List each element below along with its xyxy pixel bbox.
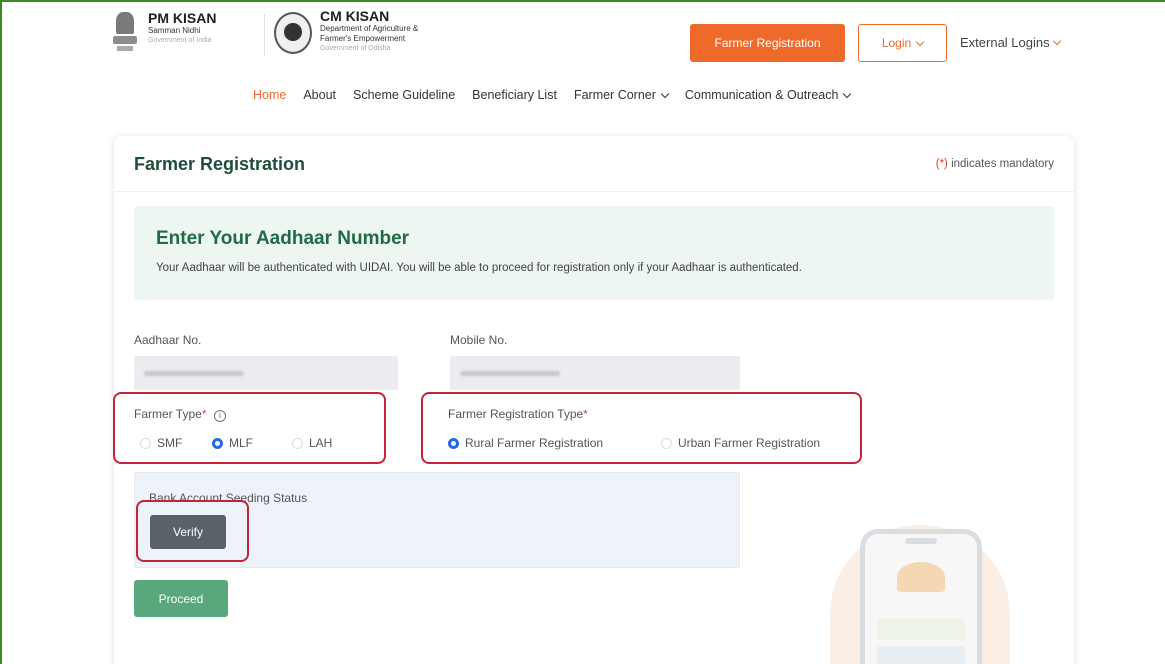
farmer-type-highlight <box>113 392 386 464</box>
radio-circle-selected <box>212 437 223 449</box>
info-icon[interactable]: i <box>213 410 226 422</box>
nav-communication-label: Communication & Outreach <box>684 88 839 102</box>
reg-type-label: Farmer Registration Type* <box>448 407 588 421</box>
farmer-registration-button[interactable]: Farmer Registration <box>690 24 845 62</box>
mobile-input[interactable] <box>450 356 740 390</box>
proceed-button[interactable]: Proceed <box>134 580 228 617</box>
info-heading: Enter Your Aadhaar Number <box>156 228 410 249</box>
pm-kisan-subtitle: Samman Nidhi <box>148 26 201 35</box>
radio-rural[interactable]: Rural Farmer Registration <box>448 436 603 450</box>
radio-circle <box>140 437 151 449</box>
nav-home[interactable]: Home <box>253 88 286 102</box>
farmer-type-label-text: Farmer Type <box>134 407 202 421</box>
nav-beneficiary-list[interactable]: Beneficiary List <box>472 88 557 102</box>
registration-type-highlight <box>421 392 862 464</box>
mandatory-star: (*) <box>935 158 948 170</box>
radio-smf-label: SMF <box>157 436 183 450</box>
chevron-down-icon <box>843 89 852 98</box>
radio-circle-selected <box>448 437 459 449</box>
mobile-label: Mobile No. <box>450 333 508 347</box>
main-nav: Home About Scheme Guideline Beneficiary … <box>253 88 852 102</box>
cm-kisan-logo[interactable]: CM KISAN Department of Agriculture & Far… <box>274 8 418 54</box>
nav-about[interactable]: About <box>303 88 336 102</box>
aadhaar-logo-icon <box>897 562 945 592</box>
aadhaar-label: Aadhaar No. <box>134 333 202 347</box>
chevron-down-icon <box>660 89 670 98</box>
login-button[interactable]: Login <box>858 24 947 62</box>
required-star: * <box>583 407 588 421</box>
info-text: Your Aadhaar will be authenticated with … <box>156 262 802 274</box>
nav-communication-outreach[interactable]: Communication & Outreach <box>684 88 852 102</box>
aadhaar-input[interactable] <box>134 356 398 390</box>
cm-kisan-gov: Government of Odisha <box>320 45 391 52</box>
radio-urban-label: Urban Farmer Registration <box>678 436 821 450</box>
national-emblem-icon <box>110 10 140 54</box>
pm-kisan-gov: Government of India <box>148 37 212 44</box>
reg-type-label-text: Farmer Registration Type <box>448 407 584 421</box>
radio-mlf-label: MLF <box>229 436 253 450</box>
radio-rural-label: Rural Farmer Registration <box>465 436 604 450</box>
radio-smf[interactable]: SMF <box>140 436 182 450</box>
nav-farmer-corner[interactable]: Farmer Corner <box>573 88 670 102</box>
radio-urban[interactable]: Urban Farmer Registration <box>661 436 820 450</box>
chevron-down-icon <box>915 37 925 46</box>
radio-circle <box>661 437 672 449</box>
cm-kisan-dept-line1: Department of Agriculture & <box>320 24 419 33</box>
nav-scheme-guideline[interactable]: Scheme Guideline <box>353 88 455 102</box>
pm-kisan-title: PM KISAN <box>148 10 217 26</box>
external-logins-menu[interactable]: External Logins <box>960 35 1061 50</box>
radio-lah[interactable]: LAH <box>292 436 332 450</box>
radio-mlf[interactable]: MLF <box>212 436 253 450</box>
mandatory-note: (*) indicates mandatory <box>936 158 1054 170</box>
radio-lah-label: LAH <box>309 436 333 450</box>
radio-circle <box>292 437 303 449</box>
header-divider <box>264 14 265 56</box>
aadhaar-info-panel: Enter Your Aadhaar Number Your Aadhaar w… <box>134 206 1054 300</box>
required-star: * <box>201 407 207 421</box>
nav-farmer-corner-label: Farmer Corner <box>573 88 656 102</box>
mandatory-text: indicates mandatory <box>947 158 1054 170</box>
divider <box>114 191 1074 192</box>
page-title: Farmer Registration <box>134 154 306 174</box>
site-header: PM KISAN Samman Nidhi Government of Indi… <box>2 2 1165 102</box>
phone-illustration <box>860 529 982 664</box>
cm-kisan-dept-line2: Farmer's Empowerment <box>320 34 406 43</box>
chevron-down-icon <box>1052 36 1061 46</box>
external-logins-label: External Logins <box>960 35 1050 50</box>
cm-kisan-title: CM KISAN <box>320 8 390 24</box>
verify-button[interactable]: Verify <box>150 515 226 549</box>
pm-kisan-logo[interactable]: PM KISAN Samman Nidhi Government of Indi… <box>110 10 216 54</box>
login-label: Login <box>881 36 912 50</box>
farmer-type-label: Farmer Type* i <box>134 407 226 422</box>
odisha-seal-icon <box>274 12 312 54</box>
